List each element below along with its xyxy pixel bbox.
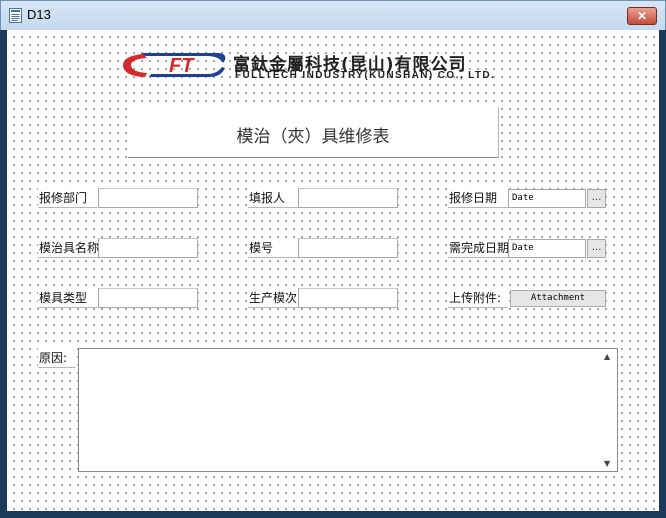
logo-mark-text: FT	[169, 55, 195, 77]
fixture-type-label: 模具类型	[38, 288, 97, 308]
title-bar: D13 ✕	[0, 0, 666, 30]
reporter-label: 填报人	[248, 188, 298, 208]
repair-date-label: 报修日期	[448, 188, 508, 208]
scroll-down-icon[interactable]: ▼	[604, 459, 610, 468]
production-count-input[interactable]	[298, 288, 398, 308]
repair-date-input[interactable]: Date	[508, 189, 586, 208]
form-canvas: FT 富鈦金屬科技(昆山)有限公司 FULLTECH INDUSTRY(KUNS…	[7, 30, 659, 511]
reason-textarea[interactable]: ▲ ▼	[78, 348, 618, 472]
due-date-picker-button[interactable]: ...	[587, 239, 606, 258]
attachment-button[interactable]: Attachment	[510, 290, 606, 307]
close-button[interactable]: ✕	[627, 7, 657, 25]
mold-no-input[interactable]	[298, 238, 398, 258]
reporter-input[interactable]	[298, 188, 398, 208]
scroll-up-icon[interactable]: ▲	[604, 352, 610, 361]
company-name-en: FULLTECH INDUSTRY(KUNSHAN) CO., LTD.	[235, 70, 496, 81]
production-count-label: 生产模次	[248, 288, 298, 308]
fixture-name-input[interactable]	[98, 238, 198, 258]
close-icon: ✕	[636, 9, 648, 23]
calendar-picker-icon: ...	[591, 192, 602, 203]
form-title-box: 模治（夾）具维修表	[128, 107, 499, 158]
company-logo: FT 富鈦金屬科技(昆山)有限公司 FULLTECH INDUSTRY(KUNS…	[119, 50, 509, 84]
calendar-picker-icon: ...	[591, 242, 602, 253]
vertical-scrollbar[interactable]: ▲ ▼	[601, 349, 617, 471]
document-icon	[9, 8, 22, 23]
form-title: 模治（夾）具维修表	[236, 127, 390, 147]
due-date-input[interactable]: Date	[508, 239, 586, 258]
repair-dept-label: 报修部门	[38, 188, 97, 208]
repair-dept-input[interactable]	[98, 188, 198, 208]
repair-date-picker-button[interactable]: ...	[587, 189, 606, 208]
app-window: D13 ✕ FT 富鈦金屬科技(昆山)有限公司 FULLTECH INDUSTR…	[0, 0, 666, 518]
reason-label: 原因:	[38, 348, 76, 368]
ft-logo-mark: FT	[123, 53, 226, 77]
window-title: D13	[27, 7, 51, 22]
fixture-type-input[interactable]	[98, 288, 198, 308]
attachment-label: 上传附件:	[448, 288, 508, 308]
due-date-label: 需完成日期	[448, 238, 509, 258]
mold-no-label: 模号	[248, 238, 298, 258]
fixture-name-label: 模治具名称	[38, 238, 99, 258]
